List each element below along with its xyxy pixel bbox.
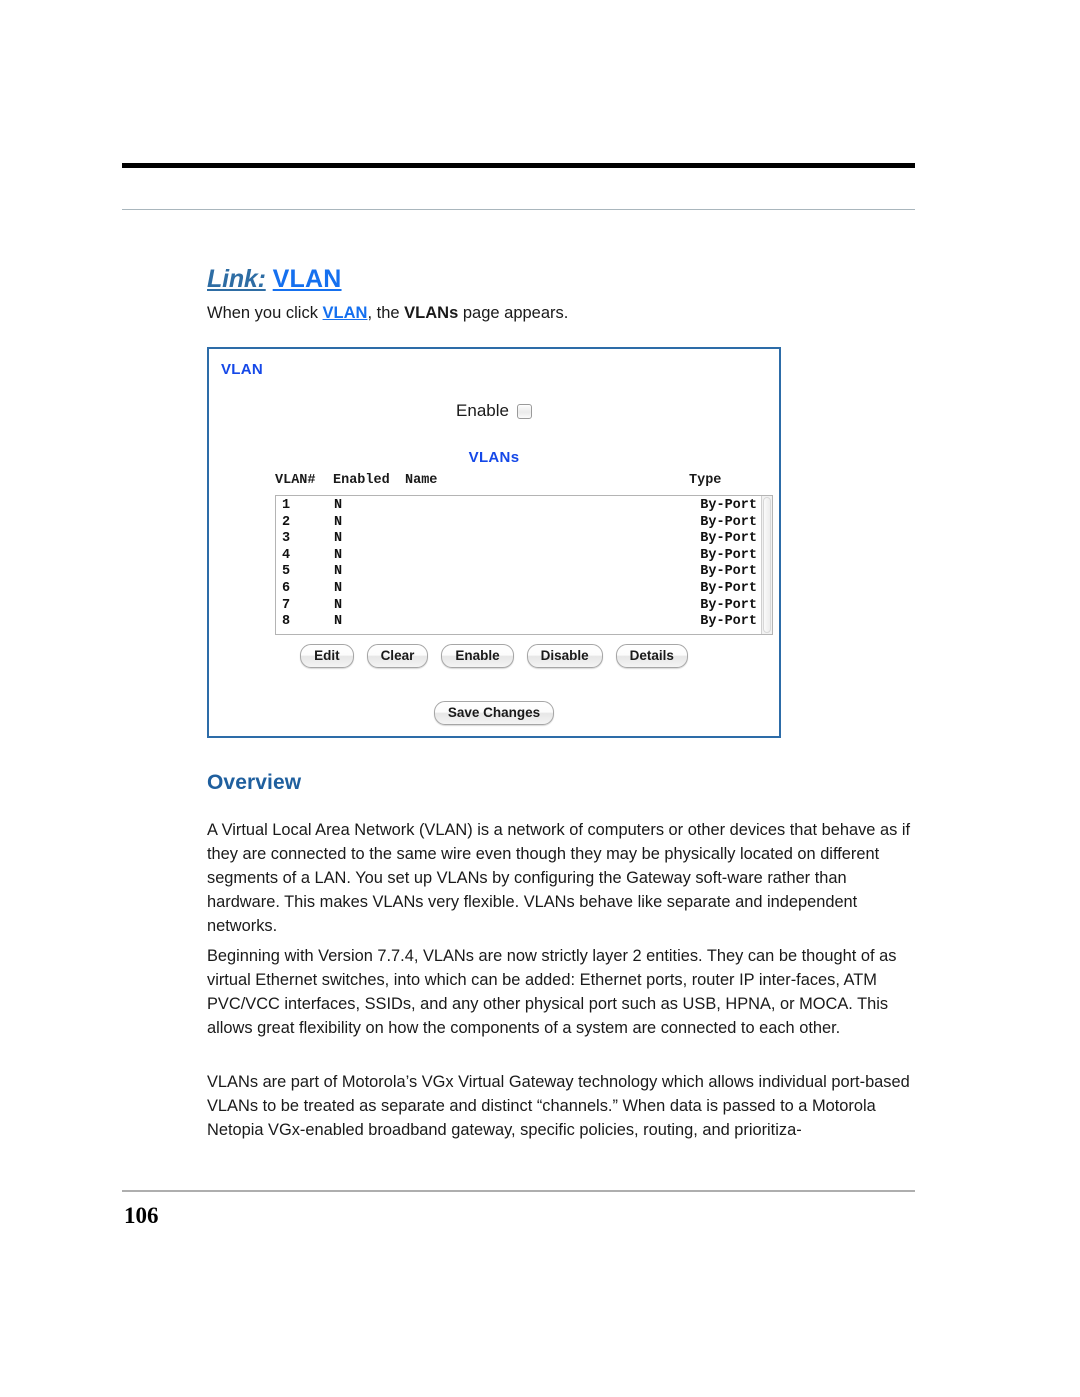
footer-rule [122,1190,915,1192]
cell-vlan-number: 3 [282,531,291,547]
cell-type: By-Port [700,531,757,547]
table-row[interactable]: 3 N By-Port [276,531,761,548]
cell-enabled: N [334,498,343,513]
cell-type: By-Port [700,580,757,596]
page-title-value: VLAN [272,265,342,293]
cell-enabled: N [334,614,343,630]
cell-type: By-Port [700,547,757,563]
header-rule-thin [122,209,915,210]
column-header-vlan-number: VLAN# [275,473,316,488]
cell-vlan-number: 6 [282,580,291,596]
disable-button[interactable]: Disable [526,644,603,668]
table-row[interactable]: 7 N By-Port [276,598,761,615]
overview-paragraph-2: Beginning with Version 7.7.4, VLANs are … [207,947,897,1038]
cell-vlan-number: 7 [282,597,291,613]
column-header-name: Name [405,473,438,488]
table-header-row: VLAN# Enabled Name Type [275,473,773,492]
intro-bold: VLANs [404,304,459,322]
cell-enabled: N [334,564,343,580]
cell-enabled: N [334,547,343,563]
document-page: Link: VLAN When you click VLAN, the VLAN… [0,0,1080,1397]
scrollbar-thumb[interactable] [763,497,771,633]
overview-heading: Overview [207,771,302,794]
header-rule-thick [122,163,915,168]
cell-type: By-Port [700,614,757,630]
edit-button[interactable]: Edit [300,644,354,668]
enable-row: Enable [209,401,779,421]
intro-prefix: When you click [207,304,323,322]
intro-link-vlan[interactable]: VLAN [323,304,368,322]
vlans-section-title: VLANs [468,449,520,466]
page-title: Link: VLAN [207,264,342,294]
table-row[interactable]: 8 N By-Port [276,614,761,631]
intro-sentence: When you click VLAN, the VLANs page appe… [207,302,568,324]
vlans-table: VLAN# Enabled Name Type 1 N By-Port 2 N [275,473,773,635]
cell-enabled: N [334,531,343,547]
save-changes-button[interactable]: Save Changes [433,701,555,725]
cell-enabled: N [334,597,343,613]
vlan-screenshot-panel: VLAN Enable VLANs VLAN# Enabled Name Typ… [207,347,781,738]
details-button[interactable]: Details [615,644,688,668]
intro-suffix: page appears. [458,304,569,322]
cell-type: By-Port [700,514,757,530]
clear-button[interactable]: Clear [366,644,429,668]
column-header-type: Type [689,473,722,488]
cell-vlan-number: 8 [282,614,291,630]
table-row[interactable]: 6 N By-Port [276,581,761,598]
action-button-row: Edit Clear Enable Disable Details [209,644,779,668]
cell-vlan-number: 2 [282,514,291,530]
cell-enabled: N [334,514,343,530]
overview-paragraph-1: A Virtual Local Area Network (VLAN) is a… [207,821,911,936]
page-title-label: Link: [207,265,266,293]
cell-enabled: N [334,580,343,596]
table-row[interactable]: 1 N By-Port [276,498,761,515]
cell-type: By-Port [700,498,757,513]
table-scrollbar[interactable] [761,496,772,634]
table-list-box[interactable]: 1 N By-Port 2 N By-Port 3 N By-Port 4 N … [275,495,773,635]
cell-vlan-number: 4 [282,547,291,563]
column-header-enabled: Enabled [333,473,390,488]
cell-type: By-Port [700,597,757,613]
table-row[interactable]: 4 N By-Port [276,548,761,565]
panel-title: VLAN [221,361,264,378]
cell-vlan-number: 5 [282,564,291,580]
page-number: 106 [124,1203,159,1228]
table-rows-container: 1 N By-Port 2 N By-Port 3 N By-Port 4 N … [276,498,761,634]
intro-middle: , the [367,304,405,322]
table-row[interactable]: 5 N By-Port [276,564,761,581]
cell-vlan-number: 1 [282,498,291,513]
enable-button[interactable]: Enable [441,644,514,668]
overview-paragraph-3: VLANs are part of Motorola’s VGx Virtual… [207,1073,910,1140]
table-row[interactable]: 2 N By-Port [276,515,761,532]
cell-type: By-Port [700,564,757,580]
save-button-row: Save Changes [209,701,779,725]
enable-checkbox[interactable] [516,403,532,419]
enable-label: Enable [456,401,509,420]
